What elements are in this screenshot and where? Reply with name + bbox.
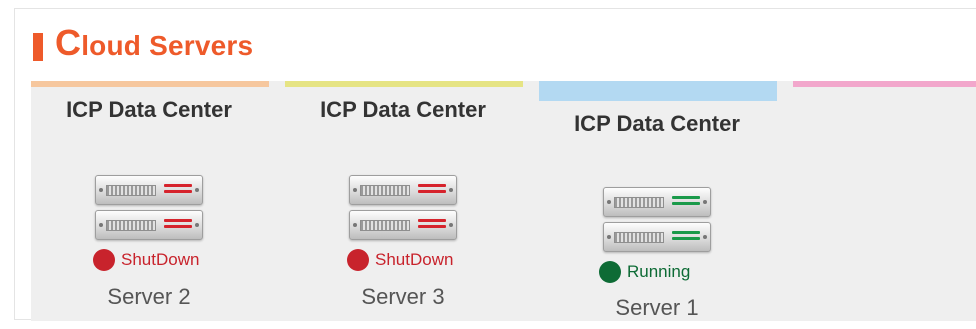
title-accent-bar bbox=[33, 33, 43, 61]
status-indicator: Running bbox=[599, 260, 690, 284]
title-rest: loud Servers bbox=[81, 30, 254, 61]
tab-indicator-pink bbox=[793, 81, 976, 87]
red-status-dot-icon bbox=[93, 249, 115, 271]
status-indicator: ShutDown bbox=[347, 248, 453, 272]
data-center-column[interactable]: ICP Data Center ShutDown Server 2 bbox=[29, 81, 269, 321]
server-name: Server 2 bbox=[107, 284, 191, 309]
widget-header: Cloud Servers bbox=[15, 9, 976, 81]
status-text: Running bbox=[627, 262, 691, 281]
status-indicator: ShutDown bbox=[93, 248, 199, 272]
data-centers-panel: ICP Data Center ShutDown Server 2 ICP Da… bbox=[31, 81, 976, 321]
status-text: ShutDown bbox=[375, 250, 454, 269]
status-text: ShutDown bbox=[121, 250, 200, 269]
data-center-label: ICP Data Center bbox=[320, 97, 486, 122]
green-status-dot-icon bbox=[599, 261, 621, 283]
title-initial: C bbox=[55, 22, 82, 63]
page-title: Cloud Servers bbox=[55, 25, 253, 62]
server-name: Server 1 bbox=[615, 295, 699, 320]
server-name: Server 3 bbox=[361, 284, 445, 309]
server-icon[interactable] bbox=[95, 175, 203, 241]
red-status-dot-icon bbox=[347, 249, 369, 271]
server-icon[interactable] bbox=[349, 175, 457, 241]
data-center-column[interactable]: ICP Data Center ShutDown Server 3 bbox=[283, 81, 523, 321]
cloud-servers-widget: Cloud Servers ICP Data Center ShutDown S… bbox=[14, 8, 976, 321]
data-center-label: ICP Data Center bbox=[66, 97, 232, 122]
data-center-label: ICP Data Center bbox=[574, 111, 740, 136]
server-icon[interactable] bbox=[603, 187, 711, 253]
data-center-column[interactable]: ICP Data Center Running Server 1 bbox=[537, 81, 777, 321]
